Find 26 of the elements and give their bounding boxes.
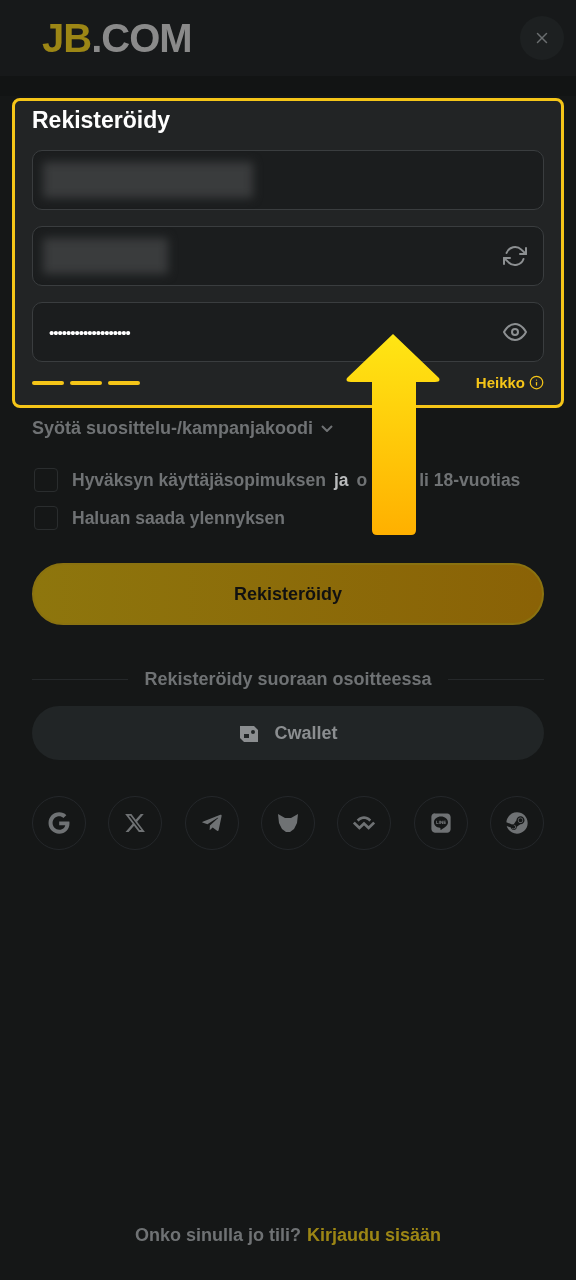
register-button[interactable]: Rekisteröidy: [32, 563, 544, 625]
divider-text: Rekisteröidy suoraan osoitteessa: [144, 669, 432, 690]
checkbox-label: Haluan saada ylennyksen: [72, 507, 286, 529]
footer-question: Onko sinulla jo tili?: [134, 1225, 301, 1246]
checkbox-label: Hyväksyn käyttäjäsopimuksen: [72, 469, 326, 491]
input-field[interactable]: [32, 150, 544, 210]
x-icon: [124, 812, 147, 834]
google-icon: [48, 812, 70, 834]
input-field[interactable]: [32, 226, 544, 286]
refresh-icon[interactable]: [503, 244, 527, 268]
steam-icon: [505, 812, 528, 834]
eye-icon[interactable]: [503, 320, 527, 344]
info-icon[interactable]: [529, 375, 544, 390]
strength-label: Heikko: [475, 374, 544, 391]
form-title: Rekisteröidy: [32, 107, 172, 134]
chevron-down-icon: [321, 425, 334, 432]
checkbox-label: o: [356, 469, 368, 491]
paper-plane-icon: [200, 812, 223, 834]
chat-bubble-icon: [429, 812, 452, 834]
logo: JB.COM: [42, 15, 192, 61]
promo-code-toggle[interactable]: Syötä suosittelu-/kampanjakoodi: [32, 418, 334, 439]
password-field[interactable]: •••••••••••••••••••: [32, 302, 544, 362]
checkbox-label: ja: [333, 469, 349, 491]
checkbox-label: li 18-vuotias: [419, 469, 521, 491]
login-link[interactable]: Kirjaudu sisään: [307, 1225, 442, 1246]
wallet-button[interactable]: Cwallet: [32, 706, 544, 760]
